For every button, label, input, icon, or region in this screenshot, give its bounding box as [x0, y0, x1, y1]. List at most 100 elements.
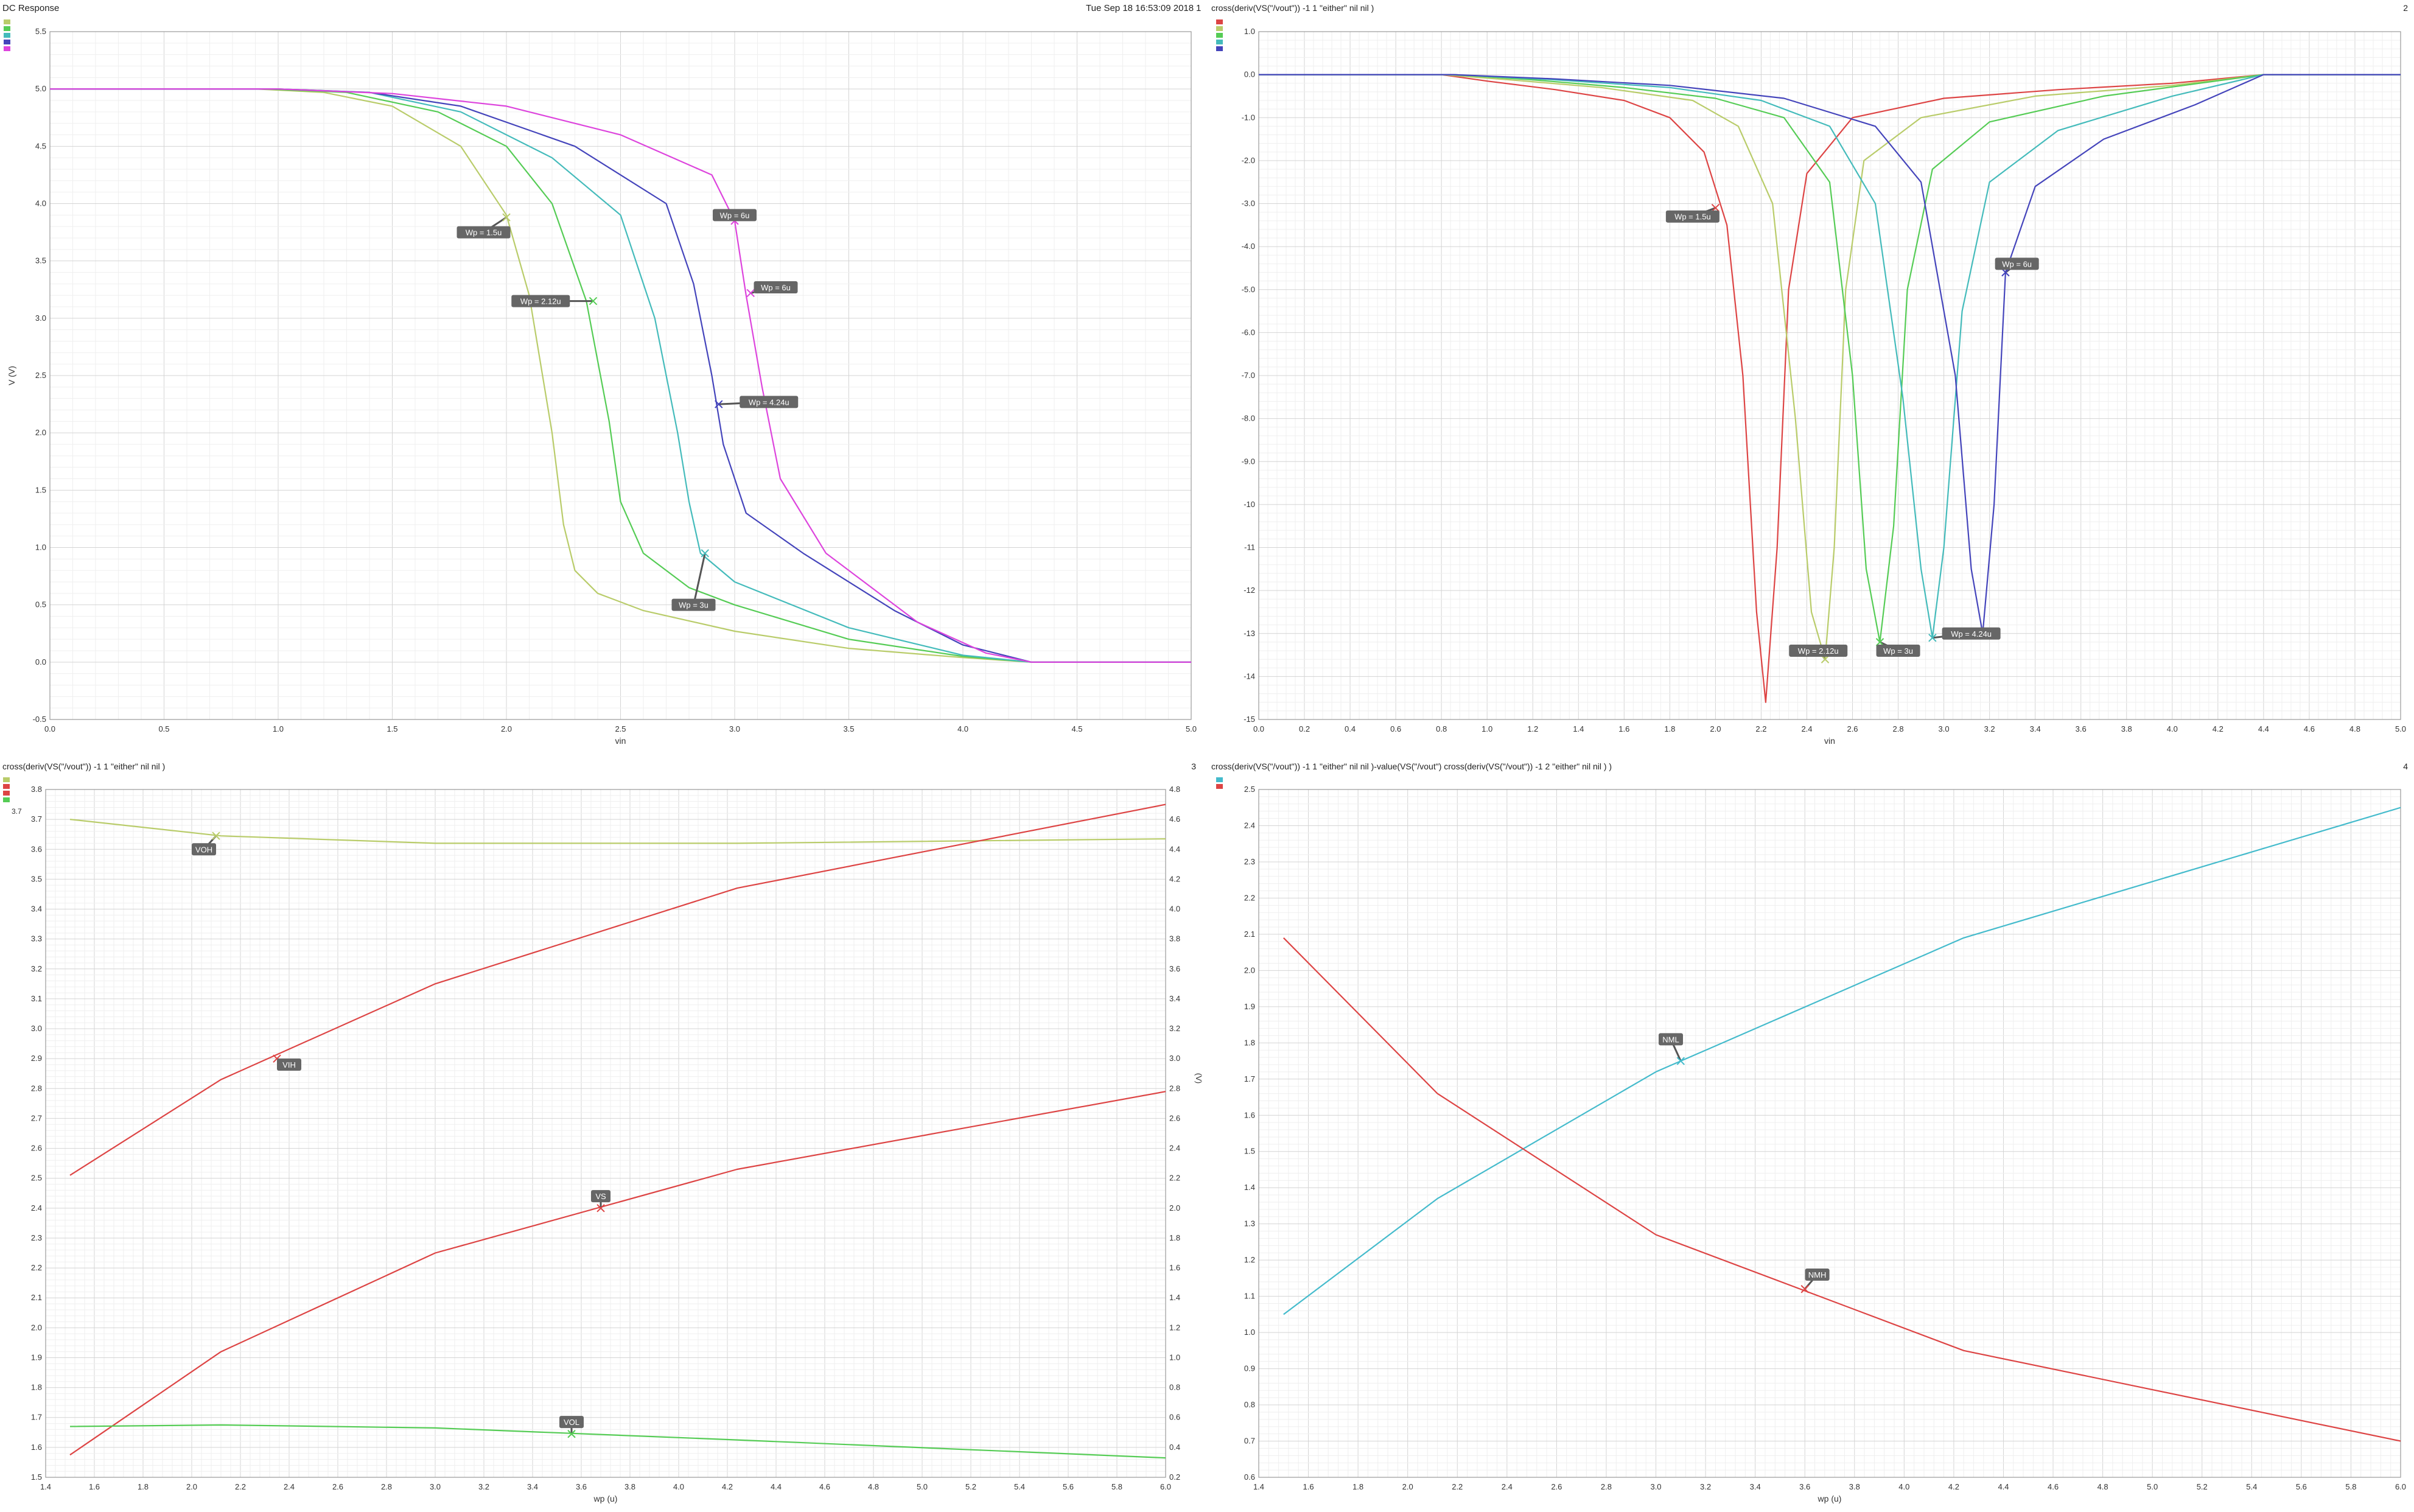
right-y-tick-label: 1.8	[1169, 1233, 1180, 1242]
right-y-tick-label: 0.4	[1169, 1443, 1180, 1452]
x-tick-label: 1.6	[1303, 1482, 1314, 1491]
y-tick-label: -13	[1244, 629, 1255, 638]
y-tick-label: 2.5	[35, 371, 46, 380]
right-y-tick-label: 2.2	[1169, 1174, 1180, 1183]
marker-label: Wp = 6u	[761, 283, 791, 292]
x-tick-label: 2.4	[1801, 724, 1812, 733]
x-tick-label: 2.0	[1710, 724, 1721, 733]
y-tick-label: -14	[1244, 671, 1255, 681]
marker-label: Wp = 4.24u	[1951, 629, 1992, 639]
y-tick-label: 2.3	[1244, 857, 1255, 866]
y-tick-label: 0.0	[35, 657, 46, 667]
x-tick-label: 5.0	[917, 1482, 928, 1491]
legend-swatch	[3, 791, 10, 796]
y-tick-label: 1.6	[1244, 1110, 1255, 1119]
legend-swatch	[1216, 40, 1223, 44]
y-tick-label: -1.0	[1242, 113, 1255, 122]
x-tick-label: 4.5	[1071, 724, 1082, 733]
x-tick-label: 4.2	[1948, 1482, 1959, 1491]
legend-swatch	[3, 797, 10, 802]
marker-label: Wp = 2.12u	[520, 297, 561, 306]
x-tick-label: 2.0	[186, 1482, 197, 1491]
legend-swatch	[4, 19, 10, 24]
legend-value: 3.7	[12, 807, 22, 816]
x-tick-label: 3.0	[1650, 1482, 1661, 1491]
y-tick-label: 1.4	[1244, 1183, 1255, 1192]
y-tick-label: 3.5	[35, 256, 46, 265]
x-tick-label: 2.0	[1402, 1482, 1413, 1491]
x-tick-label: 0.4	[1345, 724, 1356, 733]
x-tick-label: 4.2	[722, 1482, 733, 1491]
y-tick-label: -15	[1244, 715, 1255, 724]
x-tick-label: 5.2	[2197, 1482, 2208, 1491]
marker-label: NMH	[1808, 1270, 1827, 1279]
x-tick-label: 4.0	[957, 724, 968, 733]
legend-swatch	[4, 26, 10, 31]
x-axis-label: vin	[615, 736, 626, 746]
y-tick-label: 1.1	[1244, 1292, 1255, 1301]
y-tick-label: 2.0	[31, 1323, 42, 1332]
right-y-tick-label: 4.0	[1169, 905, 1180, 914]
plot-title: cross(deriv(VS("/vout")) -1 1 "either" n…	[1211, 761, 1612, 771]
y-tick-label: -2.0	[1242, 156, 1255, 165]
x-tick-label: 5.6	[1063, 1482, 1074, 1491]
legend-swatch	[1216, 26, 1223, 31]
y-tick-label: -11	[1244, 543, 1255, 552]
x-tick-label: 4.0	[673, 1482, 684, 1491]
x-tick-label: 5.2	[965, 1482, 976, 1491]
y-tick-label: -8.0	[1242, 414, 1255, 423]
right-y-tick-label: 3.6	[1169, 964, 1180, 973]
plot-title: cross(deriv(VS("/vout")) -1 1 "either" n…	[2, 761, 165, 771]
x-tick-label: 1.2	[1527, 724, 1538, 733]
x-tick-label: 2.2	[1452, 1482, 1463, 1491]
marker-label: Wp = 3u	[1883, 646, 1913, 656]
y-tick-label: 2.4	[31, 1203, 42, 1213]
x-tick-label: 2.6	[332, 1482, 343, 1491]
y-tick-label: 2.7	[31, 1113, 42, 1122]
right-y-tick-label: 2.8	[1169, 1083, 1180, 1093]
y-tick-label: 4.5	[35, 141, 46, 150]
y-tick-label: -3.0	[1242, 199, 1255, 208]
x-tick-label: 3.6	[2076, 724, 2087, 733]
marker-label: Wp = 4.24u	[749, 397, 789, 407]
x-tick-label: 0.0	[44, 724, 55, 733]
x-tick-label: 1.0	[1482, 724, 1492, 733]
y-tick-label: 0.7	[1244, 1437, 1255, 1446]
y-tick-label: 1.0	[1244, 27, 1255, 36]
x-tick-label: 4.6	[819, 1482, 830, 1491]
plot-number: 2	[2403, 3, 2408, 13]
x-tick-label: 4.4	[1998, 1482, 2009, 1491]
x-tick-label: 4.4	[771, 1482, 782, 1491]
legend-swatch	[3, 777, 10, 782]
x-tick-label: 2.8	[1893, 724, 1904, 733]
y-tick-label: 3.2	[31, 964, 42, 973]
legend-swatch	[1216, 46, 1223, 51]
marker-label: Wp = 6u	[2002, 259, 2032, 268]
x-tick-label: 3.0	[1939, 724, 1950, 733]
x-tick-label: 3.0	[430, 1482, 441, 1491]
marker-label: VOH	[195, 845, 212, 854]
right-y-tick-label: 4.8	[1169, 785, 1180, 794]
x-tick-label: 5.8	[1111, 1482, 1122, 1491]
legend-swatch	[1216, 777, 1223, 782]
dc-response-window: DC Response Tue Sep 18 16:53:09 2018 1 0…	[0, 0, 2414, 1512]
y-tick-label: 1.8	[31, 1383, 42, 1392]
x-tick-label: 2.2	[1755, 724, 1766, 733]
y-tick-label: 3.3	[31, 934, 42, 943]
right-y-tick-label: 4.2	[1169, 874, 1180, 883]
y-tick-label: 1.5	[1244, 1147, 1255, 1156]
y-tick-label: 2.9	[31, 1054, 42, 1063]
y-tick-label: 2.1	[1244, 929, 1255, 939]
x-tick-label: 1.5	[387, 724, 397, 733]
x-tick-label: 5.6	[2296, 1482, 2307, 1491]
x-tick-label: 4.0	[2167, 724, 2178, 733]
x-tick-label: 3.4	[2030, 724, 2041, 733]
right-y-tick-label: 1.0	[1169, 1353, 1180, 1362]
y-tick-label: 2.0	[35, 428, 46, 437]
y-tick-label: 4.0	[35, 199, 46, 208]
x-tick-label: 4.2	[2213, 724, 2223, 733]
legend-swatch	[3, 784, 10, 789]
x-tick-label: 6.0	[2395, 1482, 2406, 1491]
y-tick-label: -6.0	[1242, 327, 1255, 337]
x-tick-label: 1.8	[1352, 1482, 1363, 1491]
